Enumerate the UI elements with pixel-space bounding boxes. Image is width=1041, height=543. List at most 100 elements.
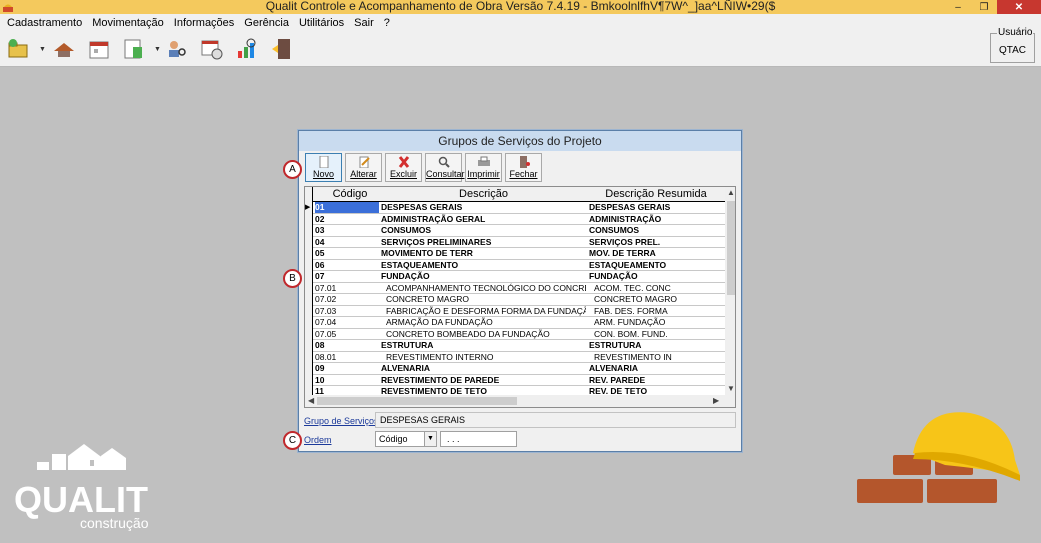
cell-short: ACOM. TEC. CONC [594,282,671,293]
row-indicator[interactable] [305,259,313,271]
cell-code: 08.01 [315,351,337,362]
row-indicator[interactable] [305,305,313,317]
column-header-descricao-resumida[interactable]: Descrição Resumida [587,188,725,200]
people-search-icon[interactable] [165,37,189,61]
printer-icon [477,156,490,166]
table-row[interactable]: 05 MOVIMENTO DE TERR MOV. DE TERRA [313,248,725,260]
menu-help[interactable]: ? [379,17,395,29]
table-row[interactable]: 07.01 ACOMPANHAMENTO TECNOLÓGICO DO CONCR… [313,282,725,294]
new-project-icon[interactable] [6,37,30,61]
construction-icon[interactable] [52,37,76,61]
fechar-label: Fechar [509,169,538,179]
fechar-button[interactable]: Fechar [505,153,542,182]
chevron-down-icon[interactable]: ▼ [154,46,161,53]
cell-code: 01 [315,202,379,213]
column-header-descricao[interactable]: Descrição [381,188,586,200]
toolbar: ▼ ▼ [0,32,1041,67]
menu-sair[interactable]: Sair [349,17,379,29]
scroll-up-icon[interactable]: ▲ [727,188,735,197]
schedule-icon[interactable] [200,37,224,61]
minimize-button[interactable]: ‒ [945,0,971,14]
cell-code: 10 [315,374,325,385]
column-header-codigo[interactable]: Código [315,188,385,200]
row-indicator[interactable] [305,317,313,329]
consultar-label: Consultar [426,169,465,179]
menu-movimentacao[interactable]: Movimentação [87,17,169,29]
report-icon[interactable] [121,37,145,61]
calendar-icon[interactable] [87,37,111,61]
table-row[interactable]: 07.04 ARMAÇÃO DA FUNDAÇÃO ARM. FUNDAÇÃO [313,317,725,329]
vertical-scrollbar[interactable]: ▲ ▼ [725,187,735,395]
cell-desc: FUNDAÇÃO [381,271,430,281]
table-row[interactable]: 08 ESTRUTURA ESTRUTURA [313,340,725,352]
horizontal-scrollbar[interactable]: ◀ ▶ [305,395,735,407]
cell-desc: ESTRUTURA [381,340,434,350]
scroll-right-icon[interactable]: ▶ [713,396,719,405]
cell-short: ARM. FUNDAÇÃO [594,317,666,327]
table-row[interactable]: 04 SERVIÇOS PRELIMINARES SERVIÇOS PREL. [313,236,725,248]
chevron-down-icon[interactable]: ▼ [39,46,46,53]
groups-grid[interactable]: Código Descrição Descrição Resumida ▶ 01 D… [304,186,736,408]
table-row[interactable]: 01 DESPESAS GERAIS DESPESAS GERAIS [313,202,725,214]
table-row[interactable]: 07.05 CONCRETO BOMBEADO DA FUNDAÇÃO CON. B… [313,328,725,340]
scroll-thumb[interactable] [727,201,735,295]
table-row[interactable]: 07 FUNDAÇÃO FUNDAÇÃO [313,271,725,283]
row-indicator[interactable] [305,374,313,386]
scroll-left-icon[interactable]: ◀ [308,396,314,405]
cell-code: 09 [315,363,325,373]
excluir-button[interactable]: Excluir [385,153,422,182]
table-row[interactable]: 06 ESTAQUEAMENTO ESTAQUEAMENTO [313,260,725,271]
cell-short: CONCRETO MAGRO [594,294,677,304]
cell-code: 02 [315,213,325,224]
cell-desc: CONCRETO BOMBEADO DA FUNDAÇÃO [386,328,550,339]
novo-button[interactable]: Novo [305,153,342,182]
order-search-input[interactable]: . . . [440,431,517,447]
cell-short: REVESTIMENTO IN [594,351,672,362]
row-indicator[interactable] [305,294,313,306]
row-indicator[interactable] [305,213,313,225]
table-row[interactable]: 09 ALVENARIA ALVENARIA [313,363,725,375]
table-row[interactable]: 08.01 REVESTIMENTO INTERNO REVESTIMENTO IN [313,351,725,363]
scroll-down-icon[interactable]: ▼ [727,384,735,393]
table-row[interactable]: 07.02 CONCRETO MAGRO CONCRETO MAGRO [313,294,725,306]
row-indicator[interactable] [305,282,313,294]
exit-door-icon[interactable] [270,37,294,61]
cell-short: SERVIÇOS PREL. [589,236,661,247]
table-row[interactable]: 02 ADMINISTRAÇÃO GERAL ADMINISTRAÇÃO [313,213,725,225]
table-row[interactable]: 10 REVESTIMENTO DE PAREDE REV. PAREDE [313,374,725,386]
hscroll-thumb[interactable] [317,397,517,405]
row-indicator[interactable] [305,363,313,375]
row-indicator[interactable] [305,328,313,340]
cell-desc: ADMINISTRAÇÃO GERAL [381,213,486,224]
cell-short: FAB. DES. FORMA [594,305,668,316]
order-select[interactable]: Código ▼ [375,431,437,447]
cell-desc: DESPESAS GERAIS [381,202,463,212]
imprimir-button[interactable]: Imprimir [465,153,502,182]
row-indicator[interactable] [305,225,313,237]
cell-short: ESTRUTURA [589,340,642,350]
alterar-button[interactable]: Alterar [345,153,382,182]
cell-code: 07.04 [315,317,337,327]
cell-desc: ALVENARIA [381,363,430,373]
menu-informacoes[interactable]: Informações [169,17,240,29]
row-indicator[interactable] [305,340,313,352]
close-button[interactable]: ✕ [997,0,1041,14]
qualit-logo: QUALIT construção [14,444,149,531]
row-indicator[interactable]: ▶ [305,202,313,214]
restore-button[interactable]: ❐ [971,0,997,14]
row-indicator[interactable] [305,271,313,283]
chevron-down-icon[interactable]: ▼ [424,432,436,446]
menu-gerencia[interactable]: Gerência [239,17,294,29]
cell-desc: MOVIMENTO DE TERR [381,248,473,258]
row-indicator[interactable] [305,248,313,260]
row-indicator[interactable] [305,351,313,363]
menu-utilitarios[interactable]: Utilitários [294,17,349,29]
row-indicator[interactable] [305,236,313,248]
table-row[interactable]: 03 CONSUMOS CONSUMOS [313,225,725,237]
menu-bar: Cadastramento Movimentação Informações G… [0,14,1041,32]
cell-short: ADMINISTRAÇÃO [589,213,662,224]
menu-cadastramento[interactable]: Cadastramento [2,17,87,29]
consultar-button[interactable]: Consultar [425,153,465,182]
chart-icon[interactable] [235,37,259,61]
table-row[interactable]: 07.03 FABRICAÇÃO E DESFORMA FORMA DA FUND… [313,305,725,317]
